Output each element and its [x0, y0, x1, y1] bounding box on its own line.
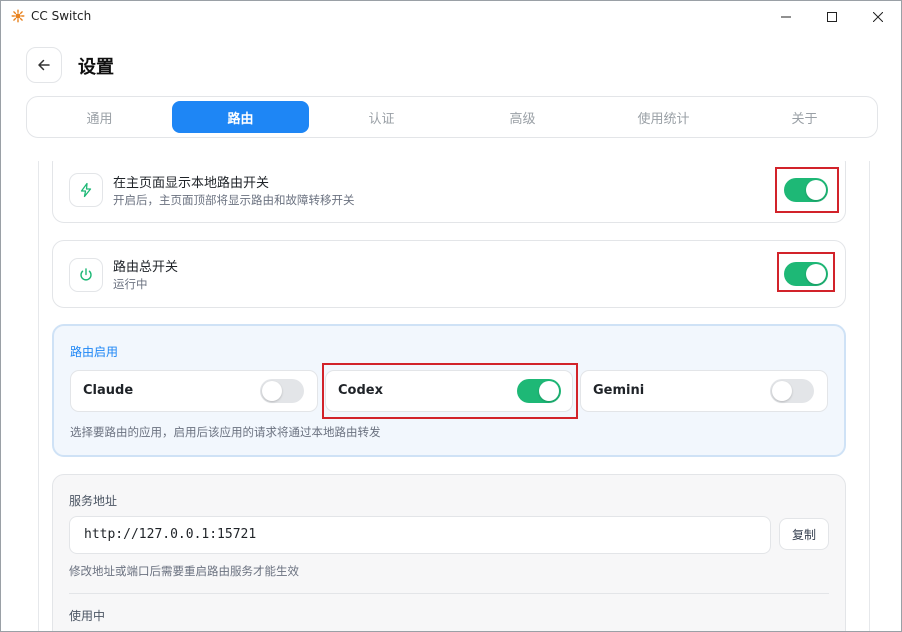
service-address-panel: 服务地址 http://127.0.0.1:15721 复制 修改地址或端口后需… [52, 474, 846, 631]
in-use-label: 使用中 [69, 609, 106, 623]
app-item-claude: Claude [70, 370, 318, 412]
routing-enable-panel: 路由启用 Claude Codex Gemini 选择要路由的应用，启用后该应用… [52, 324, 846, 457]
app-logo-icon [11, 9, 25, 23]
tab-usage-stats[interactable]: 使用统计 [595, 101, 732, 133]
window-title: CC Switch [31, 9, 92, 23]
maximize-icon [827, 11, 837, 22]
service-address-label: 服务地址 [69, 494, 118, 508]
app-item-gemini: Gemini [580, 370, 828, 412]
show-switch-card: 在主页面显示本地路由开关 开启后，主页面顶部将显示路由和故障转移开关 [52, 161, 846, 223]
highlight-box [322, 363, 578, 419]
app-name: Claude [83, 383, 134, 398]
tab-about[interactable]: 关于 [736, 101, 873, 133]
power-icon [69, 258, 103, 292]
minimize-icon [781, 16, 791, 17]
master-switch-title: 路由总开关 [113, 260, 179, 275]
settings-tabs: 通用 路由 认证 高级 使用统计 关于 [26, 96, 878, 138]
app-name: Gemini [593, 383, 645, 398]
show-switch-description: 开启后，主页面顶部将显示路由和故障转移开关 [113, 193, 355, 207]
close-icon [873, 11, 883, 22]
arrow-left-icon [38, 59, 50, 71]
master-switch-card: 路由总开关 运行中 [52, 240, 846, 308]
service-address-hint: 修改地址或端口后需要重启路由服务才能生效 [69, 564, 299, 578]
gemini-toggle[interactable] [770, 379, 814, 403]
highlight-box [775, 167, 839, 213]
lightning-icon [69, 173, 103, 207]
highlight-box [777, 252, 835, 292]
routing-enable-label: 路由启用 [70, 345, 119, 359]
tab-auth[interactable]: 认证 [313, 101, 450, 133]
claude-toggle[interactable] [260, 379, 304, 403]
routing-hint: 选择要路由的应用，启用后该应用的请求将通过本地路由转发 [70, 425, 381, 439]
page-title: 设置 [78, 57, 114, 78]
tab-general[interactable]: 通用 [31, 101, 168, 133]
master-switch-status: 运行中 [113, 277, 148, 291]
settings-content: 在主页面显示本地路由开关 开启后，主页面顶部将显示路由和故障转移开关 路由总开关… [38, 161, 870, 631]
copy-button[interactable]: 复制 [779, 518, 829, 550]
close-button[interactable] [855, 1, 901, 32]
tab-advanced[interactable]: 高级 [454, 101, 591, 133]
tab-routing[interactable]: 路由 [172, 101, 309, 133]
minimize-button[interactable] [763, 1, 809, 32]
show-switch-title: 在主页面显示本地路由开关 [113, 176, 270, 191]
title-bar: CC Switch [1, 1, 901, 32]
app-window: CC Switch 设置 通用 路由 认证 高级 使用统计 关于 在主页面显示本… [0, 0, 902, 632]
back-button[interactable] [26, 47, 62, 83]
maximize-button[interactable] [809, 1, 855, 32]
service-address-field[interactable]: http://127.0.0.1:15721 [69, 516, 771, 554]
divider [69, 593, 829, 594]
